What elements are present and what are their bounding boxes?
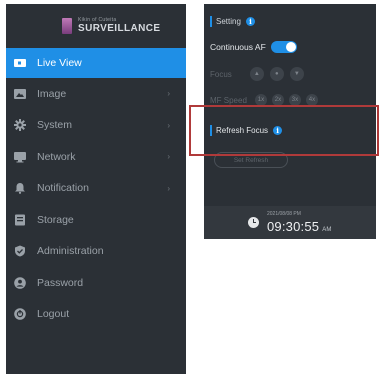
monitor-icon	[12, 150, 28, 164]
sidebar-item-label: System	[37, 119, 73, 132]
brand-name: SURVEILLANCE	[78, 23, 161, 34]
focus-label: Focus	[210, 69, 232, 79]
clock-icon	[248, 217, 259, 228]
power-icon	[12, 307, 28, 321]
mf-speed-row: MF Speed 1x 2x 3x 4x	[210, 94, 318, 106]
continuous-af-label: Continuous AF	[210, 42, 266, 52]
sidebar-item-notification[interactable]: Notification ›	[6, 173, 186, 205]
section-marker	[210, 16, 212, 27]
sidebar-item-label: Live View	[37, 57, 82, 69]
sidebar-item-logout[interactable]: Logout	[6, 299, 186, 331]
clock-time: 09:30:55 AM	[267, 219, 332, 234]
mf-speed-option[interactable]: 3x	[288, 94, 301, 106]
clock-time-value: 09:30:55	[267, 219, 320, 234]
refresh-focus-header: Refresh Focus i	[210, 125, 283, 136]
user-icon	[12, 276, 28, 290]
focus-row: Focus ▲ ● ▼	[210, 67, 304, 81]
bell-icon	[12, 181, 28, 195]
sidebar-item-system[interactable]: System ›	[6, 110, 186, 142]
brand-header: Kikin of Cuteita SURVEILLANCE	[6, 4, 186, 48]
clock-date: 2021/08/08 PM	[267, 211, 301, 217]
mf-speed-option[interactable]: 4x	[305, 94, 318, 106]
setting-header: Setting i	[210, 16, 255, 27]
focus-far-button[interactable]: ▼	[289, 67, 304, 81]
focus-near-button[interactable]: ▲	[249, 67, 264, 81]
sidebar-item-label: Password	[37, 276, 84, 289]
focus-auto-button[interactable]: ●	[269, 67, 284, 81]
image-icon	[12, 87, 28, 101]
info-icon[interactable]: i	[245, 17, 255, 26]
setting-title: Setting	[216, 17, 241, 26]
refresh-focus-label: Refresh Focus	[216, 126, 269, 135]
sidebar-menu: Live View Image › System › Network › Not…	[6, 48, 186, 330]
storage-icon	[12, 213, 28, 227]
mf-speed-option[interactable]: 1x	[254, 94, 267, 106]
sidebar-item-network[interactable]: Network ›	[6, 141, 186, 173]
continuous-af-toggle[interactable]	[270, 41, 297, 53]
clock-ampm: AM	[322, 227, 332, 233]
chevron-right-icon: ›	[167, 183, 170, 193]
sidebar-item-administration[interactable]: Administration	[6, 236, 186, 268]
sidebar-item-label: Network	[37, 150, 76, 163]
chevron-right-icon: ›	[167, 89, 170, 99]
shield-icon	[12, 244, 28, 258]
chevron-right-icon: ›	[167, 152, 170, 162]
brand-logo-icon	[62, 18, 72, 34]
sidebar-item-label: Administration	[37, 245, 104, 258]
sidebar-item-image[interactable]: Image ›	[6, 78, 186, 110]
focus-settings-panel: Setting i Continuous AF Focus ▲ ● ▼ MF S…	[204, 4, 376, 239]
sidebar-item-live-view[interactable]: Live View	[6, 48, 186, 78]
sidebar-item-storage[interactable]: Storage	[6, 204, 186, 236]
set-refresh-button[interactable]: Set Refresh	[214, 152, 288, 168]
sidebar-item-password[interactable]: Password	[6, 267, 186, 299]
sidebar: Kikin of Cuteita SURVEILLANCE Live View …	[6, 4, 186, 374]
mf-speed-label: MF Speed	[210, 95, 247, 105]
sidebar-item-label: Storage	[37, 213, 74, 226]
sidebar-item-label: Image	[37, 87, 67, 100]
sidebar-item-label: Notification	[37, 182, 89, 195]
clock-footer: 2021/08/08 PM 09:30:55 AM	[204, 206, 376, 239]
chevron-right-icon: ›	[167, 120, 170, 130]
gear-icon	[12, 118, 28, 132]
section-marker	[210, 125, 212, 136]
info-icon[interactable]: i	[273, 126, 283, 135]
continuous-af-row: Continuous AF	[210, 41, 297, 53]
live-view-icon	[12, 56, 28, 70]
sidebar-item-label: Logout	[37, 308, 70, 321]
mf-speed-option[interactable]: 2x	[271, 94, 284, 106]
